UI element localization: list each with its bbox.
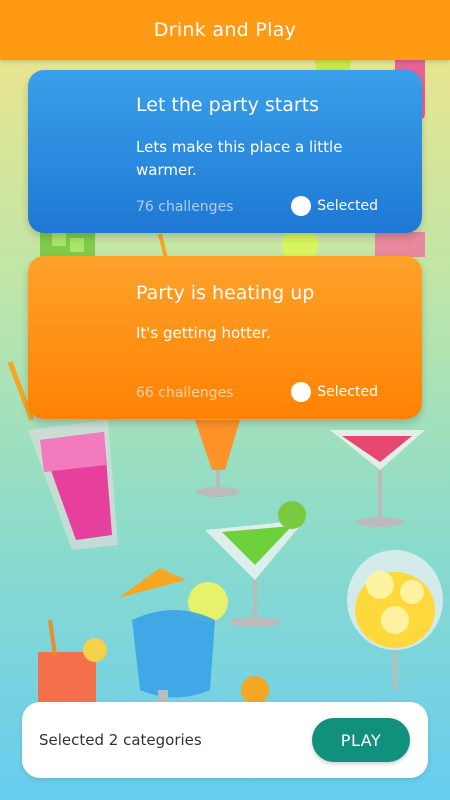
category-description: Lets make this place a little warmer. bbox=[136, 138, 343, 179]
category-card-party-starts[interactable]: Let the party starts Lets make this plac… bbox=[28, 70, 422, 233]
selected-label: Selected bbox=[317, 198, 378, 214]
challenge-count: 66 challenges bbox=[136, 385, 234, 401]
radio-icon[interactable] bbox=[291, 196, 312, 216]
play-button[interactable]: PLAY bbox=[312, 718, 410, 762]
selected-label: Selected bbox=[317, 384, 378, 400]
selected-toggle[interactable]: Selected bbox=[291, 382, 378, 402]
category-title: Let the party starts bbox=[136, 94, 320, 116]
category-card-heating-up[interactable]: Party is heating up It's getting hotter.… bbox=[28, 256, 422, 419]
app-bar: Drink and Play bbox=[0, 0, 450, 60]
challenge-count: 76 challenges bbox=[136, 199, 234, 215]
category-title: Party is heating up bbox=[136, 282, 315, 304]
category-description: It's getting hotter. bbox=[136, 324, 271, 342]
selection-footer: Selected 2 categories PLAY bbox=[22, 702, 428, 778]
app-title: Drink and Play bbox=[153, 19, 297, 41]
radio-icon[interactable] bbox=[291, 382, 312, 402]
selected-count-text: Selected 2 categories bbox=[39, 731, 202, 749]
selected-toggle[interactable]: Selected bbox=[291, 196, 378, 216]
